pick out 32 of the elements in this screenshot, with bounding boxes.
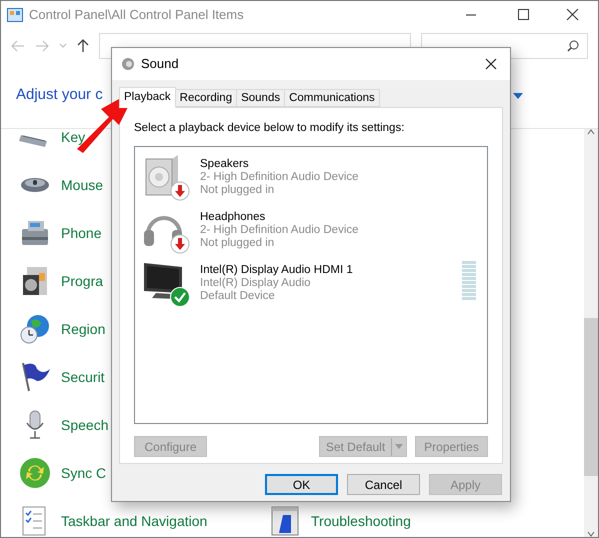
tab[interactable]: Sounds [236, 89, 286, 107]
control-panel-link[interactable]: Securit [61, 366, 105, 388]
device-state: Not plugged in [200, 184, 276, 198]
control-panel-link[interactable]: Troubleshooting [311, 510, 411, 532]
device-name: Intel(R) Display Audio HDMI 1 [200, 264, 354, 278]
control-panel-link[interactable]: Taskbar and Navigation [61, 510, 208, 532]
control-panel-link[interactable]: Phone [61, 222, 102, 244]
device-driver: 2- High Definition Audio Device [200, 224, 360, 238]
dialog-button[interactable]: OK [265, 474, 338, 495]
control-panel-link[interactable]: Sync C [61, 462, 106, 484]
device-item[interactable]: Speakers 2- High Definition Audio Device Not plugged in [142, 153, 480, 206]
device-state: Not plugged in [200, 237, 276, 250]
window-title: Control Panel\All Control Panel Items [29, 6, 245, 24]
device-state: Default Device [200, 290, 276, 304]
control-panel-link[interactable]: Speech [61, 414, 108, 436]
tab[interactable]: Playback [119, 87, 176, 108]
page-heading: Adjust your c [16, 85, 103, 106]
dialog-button[interactable]: Cancel [347, 474, 420, 495]
device-item[interactable]: Headphones 2- High Definition Audio Device Not plugged in [142, 206, 480, 260]
control-panel-link[interactable]: Key [61, 129, 86, 148]
device-driver: Intel(R) Display Audio [200, 277, 312, 290]
device-name: Speakers [200, 158, 250, 172]
instruction-text: Select a playback device below to modify its settings: [134, 121, 406, 136]
device-item[interactable]: Intel(R) Display Audio HDMI 1 Intel(R) Display Audio Default Device [142, 259, 480, 312]
tab[interactable]: Communications [284, 89, 380, 107]
tab[interactable]: Recording [174, 89, 238, 107]
control-panel-link[interactable]: Mouse [61, 174, 104, 196]
control-panel-link[interactable]: Region [61, 318, 106, 340]
dialog-title: Sound [141, 55, 180, 74]
device-name: Headphones [200, 211, 266, 224]
control-panel-link[interactable]: Progra [61, 270, 104, 292]
device-driver: 2- High Definition Audio Device [200, 171, 360, 184]
